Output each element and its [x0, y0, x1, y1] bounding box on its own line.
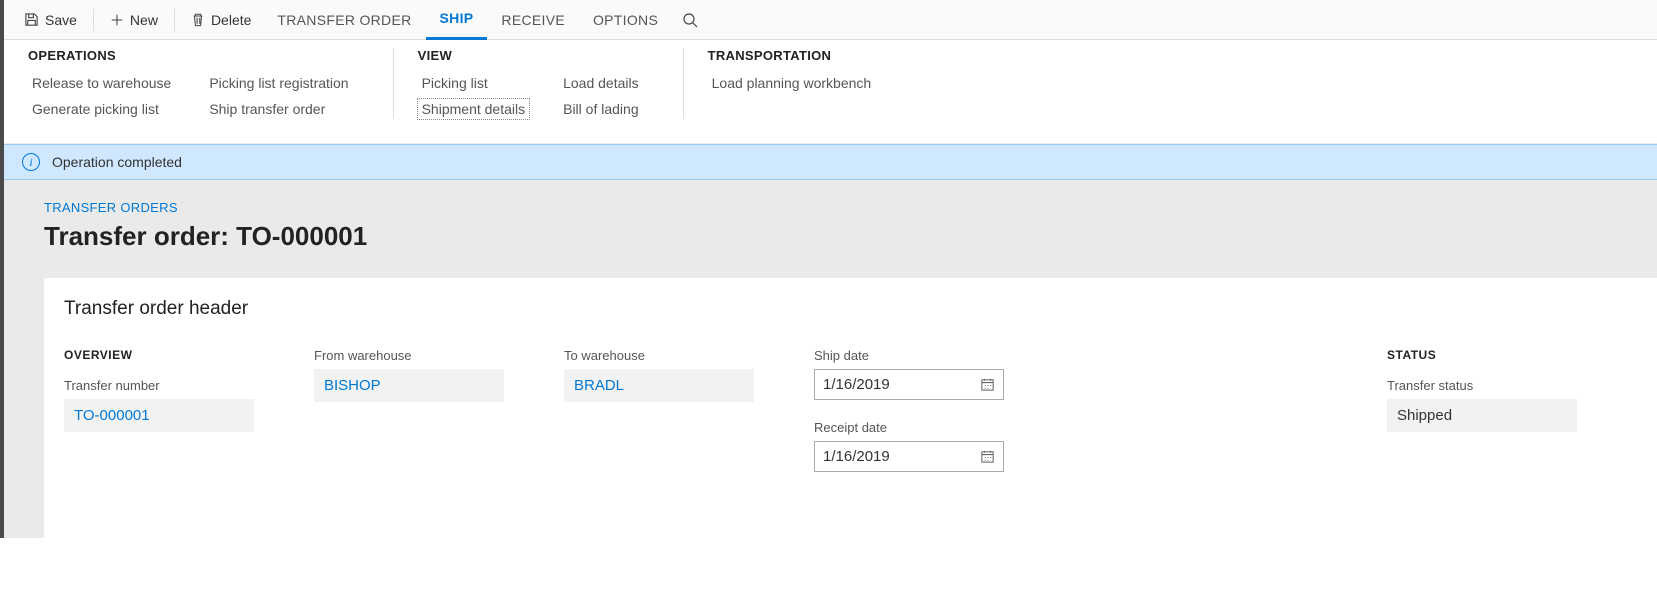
- load-details[interactable]: Load details: [559, 73, 643, 93]
- to-warehouse-label: To warehouse: [564, 348, 754, 363]
- transfer-number-value[interactable]: TO-000001: [64, 399, 254, 432]
- picking-list-registration[interactable]: Picking list registration: [205, 73, 352, 93]
- status-block: STATUS Transfer status Shipped: [1387, 348, 1577, 472]
- calendar-icon[interactable]: [980, 377, 995, 392]
- search-button[interactable]: [672, 0, 714, 40]
- shipment-details[interactable]: Shipment details: [418, 99, 530, 119]
- load-planning-workbench[interactable]: Load planning workbench: [708, 73, 876, 93]
- receipt-date-value: 1/16/2019: [823, 448, 890, 465]
- ship-date-value: 1/16/2019: [823, 376, 890, 393]
- from-warehouse-block: From warehouse BISHOP: [314, 348, 504, 472]
- generate-picking-list[interactable]: Generate picking list: [28, 99, 175, 119]
- ribbon-title: TRANSPORTATION: [708, 48, 876, 63]
- to-warehouse-value[interactable]: BRADL: [564, 369, 754, 402]
- card-title: Transfer order header: [64, 298, 1637, 320]
- tab-ship[interactable]: SHIP: [426, 0, 488, 40]
- page-body: TRANSFER ORDERS Transfer order: TO-00000…: [4, 180, 1657, 538]
- new-label: New: [130, 12, 158, 28]
- new-button[interactable]: New: [98, 0, 170, 40]
- breadcrumb[interactable]: TRANSFER ORDERS: [44, 200, 1657, 215]
- from-warehouse-value[interactable]: BISHOP: [314, 369, 504, 402]
- save-button[interactable]: Save: [12, 0, 89, 40]
- ship-ribbon: OPERATIONS Release to warehouse Generate…: [4, 40, 1657, 144]
- header-card: Transfer order header OVERVIEW Transfer …: [44, 278, 1657, 538]
- status-section-label: STATUS: [1387, 348, 1577, 362]
- ship-date-input[interactable]: 1/16/2019: [814, 369, 1004, 400]
- overview-block: OVERVIEW Transfer number TO-000001: [64, 348, 254, 472]
- separator: [93, 9, 94, 31]
- ribbon-title: OPERATIONS: [28, 48, 353, 63]
- delete-button[interactable]: Delete: [179, 0, 263, 40]
- ribbon-group-transportation: TRANSPORTATION Load planning workbench: [708, 48, 916, 119]
- from-warehouse-label: From warehouse: [314, 348, 504, 363]
- calendar-icon[interactable]: [980, 449, 995, 464]
- search-icon: [682, 12, 698, 28]
- save-label: Save: [45, 12, 77, 28]
- transfer-status-value: Shipped: [1387, 399, 1577, 432]
- tab-receive[interactable]: RECEIVE: [487, 0, 579, 40]
- info-icon: i: [22, 153, 40, 171]
- notification-message: Operation completed: [52, 154, 182, 170]
- release-to-warehouse[interactable]: Release to warehouse: [28, 73, 175, 93]
- bill-of-lading[interactable]: Bill of lading: [559, 99, 643, 119]
- transfer-status-label: Transfer status: [1387, 378, 1577, 393]
- ribbon-group-view: VIEW Picking list Shipment details Load …: [418, 48, 684, 119]
- separator: [174, 9, 175, 31]
- tab-transfer-order[interactable]: TRANSFER ORDER: [263, 0, 425, 40]
- overview-section-label: OVERVIEW: [64, 348, 254, 362]
- dates-block: Ship date 1/16/2019 Receipt date 1/16/20…: [814, 348, 1004, 472]
- receipt-date-input[interactable]: 1/16/2019: [814, 441, 1004, 472]
- receipt-date-label: Receipt date: [814, 420, 1004, 435]
- ship-transfer-order[interactable]: Ship transfer order: [205, 99, 352, 119]
- to-warehouse-block: To warehouse BRADL: [564, 348, 754, 472]
- ribbon-group-operations: OPERATIONS Release to warehouse Generate…: [28, 48, 394, 119]
- save-icon: [24, 12, 39, 27]
- delete-label: Delete: [211, 12, 251, 28]
- plus-icon: [110, 13, 124, 27]
- transfer-number-label: Transfer number: [64, 378, 254, 393]
- trash-icon: [191, 12, 205, 27]
- tab-options[interactable]: OPTIONS: [579, 0, 672, 40]
- action-pane: Save New Delete TRANSFER ORDER SHIP RECE…: [4, 0, 1657, 40]
- ribbon-title: VIEW: [418, 48, 643, 63]
- picking-list[interactable]: Picking list: [418, 73, 530, 93]
- notification-bar: i Operation completed: [4, 144, 1657, 180]
- page-title: Transfer order: TO-000001: [44, 221, 1657, 252]
- header-fields: OVERVIEW Transfer number TO-000001 From …: [64, 348, 1637, 472]
- ship-date-label: Ship date: [814, 348, 1004, 363]
